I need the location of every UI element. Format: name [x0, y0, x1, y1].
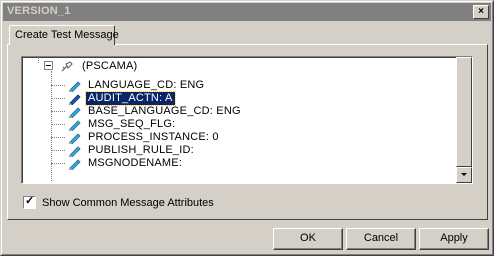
- tree-item-base-language-cd[interactable]: BASE_LANGUAGE_CD: ENG: [68, 105, 243, 119]
- checkmark-icon: ✓: [25, 195, 35, 207]
- tree-branch-line: [51, 71, 52, 181]
- dialog-window: VERSION_1 × Create Test Message (PSCAMA): [0, 0, 494, 256]
- vertical-scrollbar[interactable]: [456, 57, 472, 183]
- message-tree[interactable]: (PSCAMA) LANGUAGE_CD: ENG AUDIT_ACTN: A …: [21, 56, 473, 184]
- tree-item-label: BASE_LANGUAGE_CD: ENG: [88, 105, 241, 117]
- tree-item-audit-actn[interactable]: AUDIT_ACTN: A: [68, 91, 176, 106]
- window-title: VERSION_1: [7, 5, 71, 17]
- scrollbar-thumb[interactable]: [456, 57, 472, 167]
- title-bar[interactable]: VERSION_1 ×: [3, 3, 491, 21]
- tree-item-label: LANGUAGE_CD: ENG: [88, 79, 205, 91]
- tree-branch-connector: [51, 98, 65, 99]
- tree-branch-connector: [51, 85, 65, 86]
- tree-branch-connector: [51, 137, 65, 138]
- collapse-toggle[interactable]: [44, 61, 53, 70]
- tab-create-test-message[interactable]: Create Test Message: [9, 25, 119, 45]
- show-common-attrs-checkbox[interactable]: ✓: [23, 195, 36, 209]
- tree-item-process-instance[interactable]: PROCESS_INSTANCE: 0: [68, 131, 221, 145]
- scroll-down-button[interactable]: [456, 167, 472, 183]
- tree-item-label: PUBLISH_RULE_ID:: [88, 144, 194, 156]
- field-icon: [68, 80, 82, 93]
- field-icon: [68, 93, 82, 106]
- tree-item-label: MSG_SEQ_FLG:: [88, 118, 176, 130]
- tree-item-publish-rule-id[interactable]: PUBLISH_RULE_ID:: [68, 144, 196, 158]
- message-node-icon: [60, 60, 74, 73]
- tree-item-label: MSGNODENAME:: [88, 157, 183, 169]
- tree-item-label-selected: AUDIT_ACTN: A: [85, 91, 176, 106]
- field-icon: [68, 132, 82, 145]
- tree-root-connector: [38, 57, 39, 63]
- field-icon: [68, 158, 82, 171]
- show-common-attrs-option[interactable]: ✓ Show Common Message Attributes: [23, 195, 214, 209]
- tree-branch-connector: [51, 163, 65, 164]
- tree-item-label: PROCESS_INSTANCE: 0: [88, 131, 219, 143]
- close-icon: ×: [478, 6, 484, 17]
- tree-branch-connector: [51, 124, 65, 125]
- tree-root-label: (PSCAMA): [82, 60, 138, 72]
- tree-item-msg-seq-flg[interactable]: MSG_SEQ_FLG:: [68, 118, 177, 132]
- close-button[interactable]: ×: [473, 5, 489, 19]
- tree-branch-connector: [51, 150, 65, 151]
- chevron-down-icon: [461, 173, 467, 176]
- tree-root-node[interactable]: (PSCAMA): [60, 60, 139, 73]
- tree-item-msgnodename[interactable]: MSGNODENAME:: [68, 157, 184, 171]
- field-icon: [68, 106, 82, 119]
- show-common-attrs-label: Show Common Message Attributes: [42, 196, 214, 209]
- cancel-button[interactable]: Cancel: [346, 228, 416, 250]
- tab-label: Create Test Message: [15, 29, 119, 41]
- field-icon: [68, 145, 82, 158]
- apply-button[interactable]: Apply: [419, 228, 489, 250]
- tree-branch-connector: [51, 111, 65, 112]
- field-icon: [68, 119, 82, 132]
- ok-button[interactable]: OK: [273, 228, 343, 250]
- tree-item-language-cd[interactable]: LANGUAGE_CD: ENG: [68, 79, 206, 93]
